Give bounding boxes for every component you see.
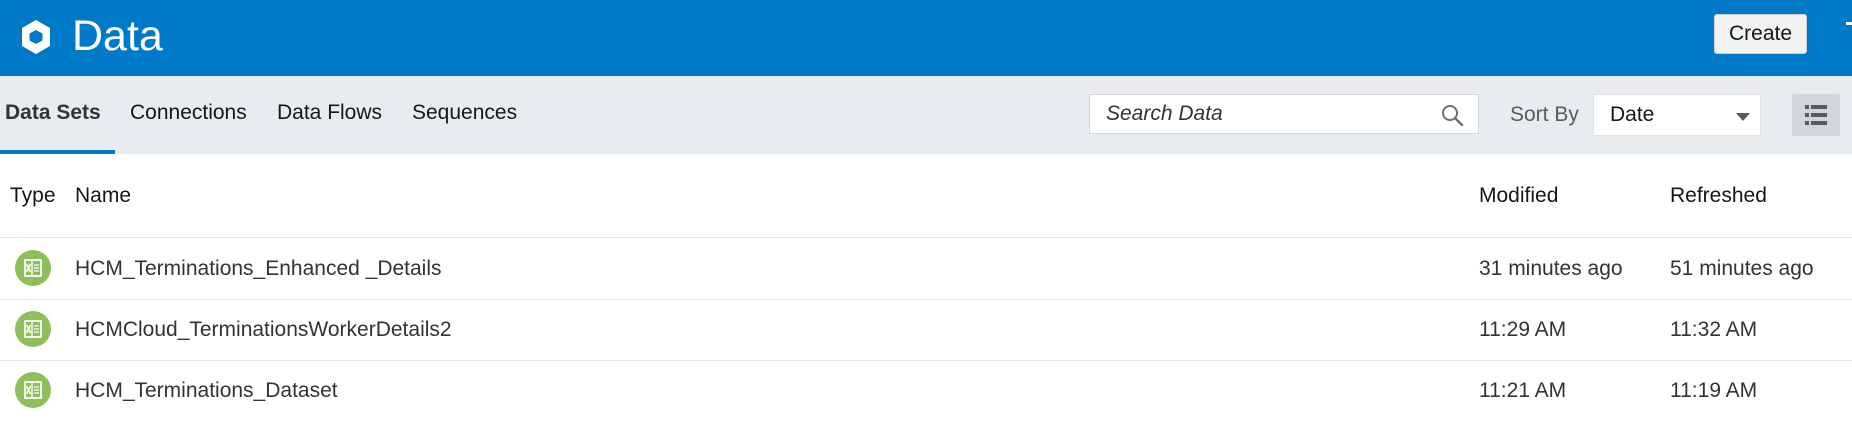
refreshed-value: 11:19 AM — [1670, 379, 1758, 402]
table-row[interactable]: HCM_Terminations_Enhanced _Details 31 mi… — [0, 238, 1852, 299]
search-input[interactable] — [1106, 95, 1426, 133]
tab-data-flows[interactable]: Data Flows — [277, 76, 382, 154]
dataset-name[interactable]: HCMCloud_TerminationsWorkerDetails2 — [75, 299, 452, 360]
excel-file-icon — [15, 311, 51, 347]
overflow-menu-edge[interactable] — [1846, 22, 1852, 25]
list-view-icon — [1805, 105, 1827, 125]
column-header-name[interactable]: Name — [75, 154, 131, 238]
search-box — [1089, 94, 1479, 134]
dataset-name[interactable]: HCM_Terminations_Dataset — [75, 360, 338, 421]
tab-label: Data Sets — [5, 101, 101, 124]
sort-by-label: Sort By — [1510, 103, 1579, 126]
column-header-modified[interactable]: Modified — [1479, 154, 1558, 238]
table-row[interactable]: HCMCloud_TerminationsWorkerDetails2 11:2… — [0, 299, 1852, 360]
tab-sequences[interactable]: Sequences — [412, 76, 517, 154]
modified-value: 11:29 AM — [1479, 318, 1567, 341]
sort-selected-value: Date — [1610, 103, 1655, 126]
dataset-name[interactable]: HCM_Terminations_Enhanced _Details — [75, 238, 442, 299]
column-header-refreshed[interactable]: Refreshed — [1670, 154, 1767, 238]
sort-select[interactable]: Date — [1593, 94, 1761, 136]
view-toggle-button[interactable] — [1792, 94, 1840, 136]
chevron-down-icon — [1736, 113, 1750, 121]
excel-file-icon — [15, 372, 51, 408]
column-header-type[interactable]: Type — [10, 154, 56, 238]
tab-label: Connections — [130, 101, 247, 124]
app-header: Data Create — [0, 0, 1852, 76]
tab-data-sets[interactable]: Data Sets — [0, 76, 115, 154]
modified-value: 31 minutes ago — [1479, 257, 1623, 280]
table-row[interactable]: HCM_Terminations_Dataset 11:21 AM 11:19 … — [0, 360, 1852, 421]
refreshed-value: 51 minutes ago — [1670, 257, 1814, 280]
hexagon-logo-icon — [22, 20, 50, 54]
modified-value: 11:21 AM — [1479, 379, 1567, 402]
page-title: Data — [72, 12, 163, 60]
search-icon[interactable] — [1440, 103, 1464, 127]
tab-label: Sequences — [412, 101, 518, 124]
excel-file-icon — [15, 250, 51, 286]
toolbar: Data Sets Connections Data Flows Sequenc… — [0, 76, 1852, 154]
refreshed-value: 11:32 AM — [1670, 318, 1758, 341]
tab-connections[interactable]: Connections — [130, 76, 247, 154]
tab-label: Data Flows — [277, 101, 383, 124]
create-button[interactable]: Create — [1714, 14, 1807, 54]
